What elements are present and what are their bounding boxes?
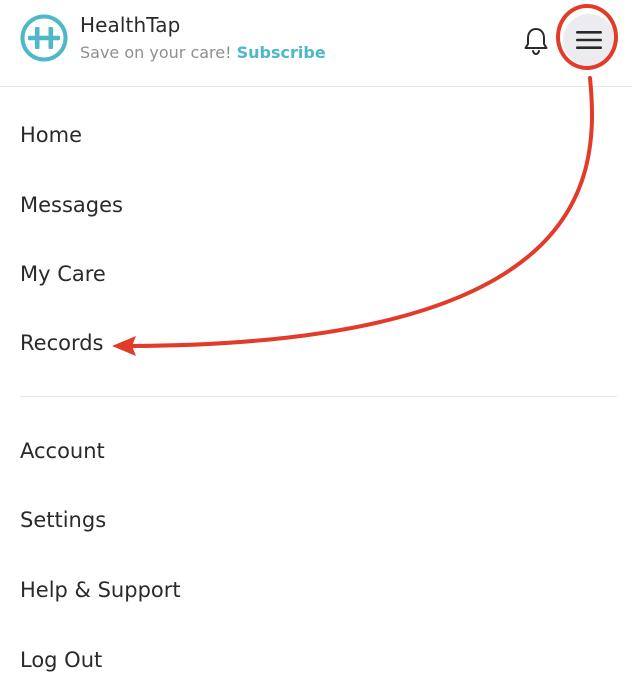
hamburger-menu-icon bbox=[576, 31, 602, 49]
menu-item-log-out[interactable]: Log Out bbox=[20, 647, 102, 673]
page: HealthTap Save on your care! Subscribe H… bbox=[0, 0, 632, 688]
menu-item-settings[interactable]: Settings bbox=[20, 507, 106, 533]
tagline-text: Save on your care! bbox=[80, 43, 232, 62]
menu-divider bbox=[20, 396, 617, 397]
subscribe-link[interactable]: Subscribe bbox=[237, 43, 326, 62]
menu-item-help-support[interactable]: Help & Support bbox=[20, 577, 181, 603]
menu-item-home[interactable]: Home bbox=[20, 122, 82, 148]
healthtap-logo-icon[interactable] bbox=[20, 14, 68, 62]
brand-name: HealthTap bbox=[80, 13, 181, 37]
bell-icon[interactable] bbox=[522, 26, 550, 56]
app-header: HealthTap Save on your care! Subscribe bbox=[0, 0, 632, 87]
subscribe-tagline: Save on your care! Subscribe bbox=[80, 43, 326, 62]
menu-item-messages[interactable]: Messages bbox=[20, 192, 123, 218]
menu-item-my-care[interactable]: My Care bbox=[20, 261, 106, 287]
hamburger-menu-button[interactable] bbox=[563, 14, 615, 66]
menu-item-account[interactable]: Account bbox=[20, 438, 105, 464]
menu-item-records[interactable]: Records bbox=[20, 330, 104, 356]
